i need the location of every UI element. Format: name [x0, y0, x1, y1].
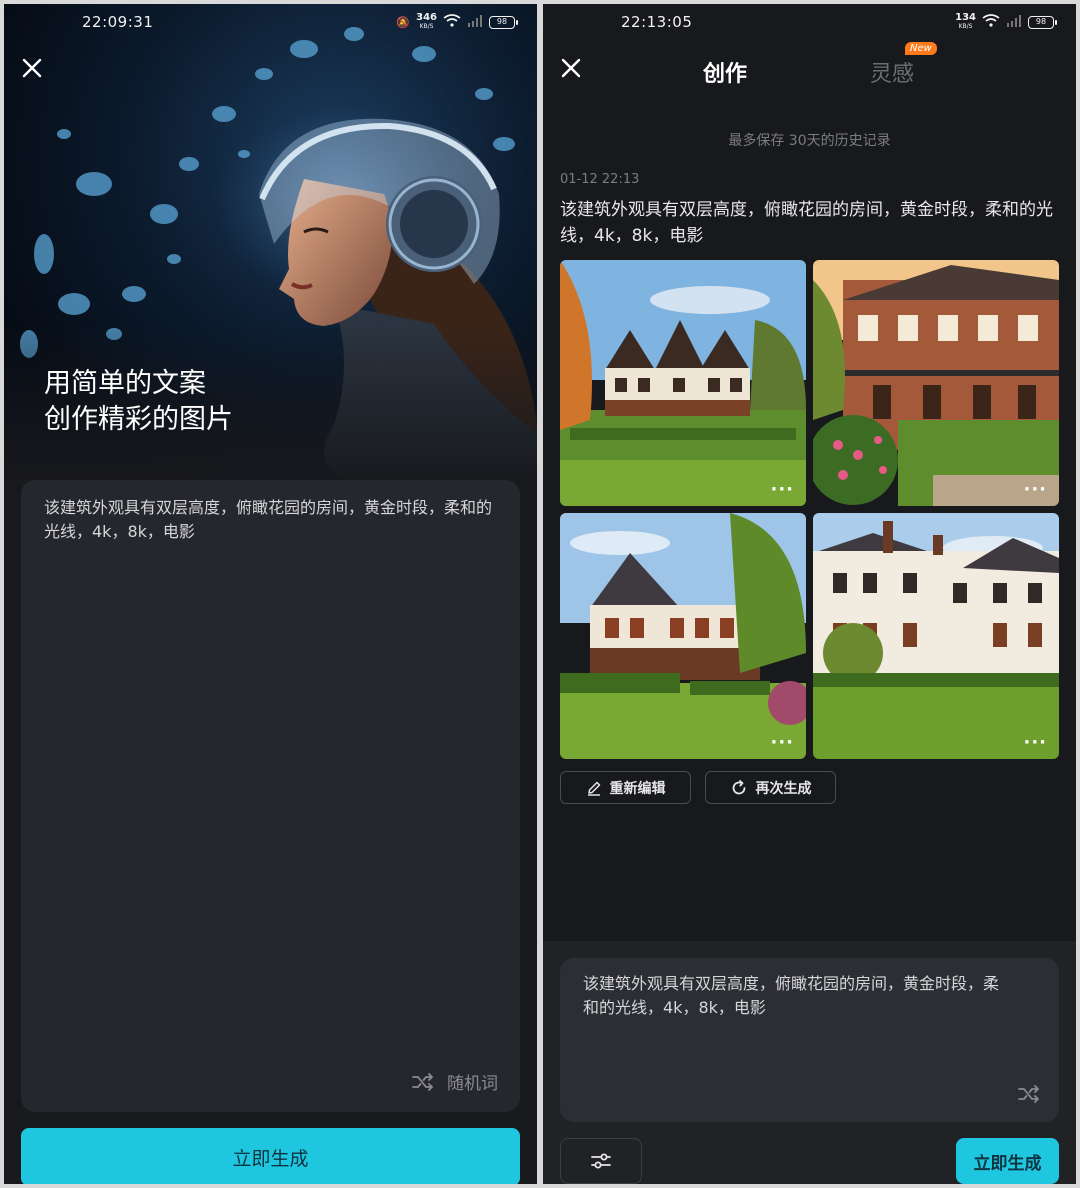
refresh-icon: [732, 779, 745, 794]
signal-icon: [467, 14, 483, 30]
close-button[interactable]: [18, 54, 48, 84]
result-timestamp: 01-12 22:13: [560, 172, 640, 187]
shuffle-icon: [1018, 1085, 1039, 1103]
prompt-text[interactable]: 该建筑外观具有双层高度，俯瞰花园的房间，黄金时段，柔和的光线，4k，8k，电影: [44, 496, 494, 544]
wifi-icon: [982, 14, 1000, 30]
signal-icon: [1006, 14, 1022, 30]
battery-icon: 98: [1028, 15, 1057, 29]
re-edit-label: 重新编辑: [609, 780, 666, 797]
result-image-3[interactable]: ···: [560, 513, 806, 759]
result-prompt: 该建筑外观具有双层高度，俯瞰花园的房间，黄金时段，柔和的光线，4k，8k，电影: [560, 200, 1053, 246]
pencil-icon: [587, 781, 600, 796]
right-screen: 22:13:05 134 KB/S 98 创作 灵感 New 最多保存 30天的历…: [543, 4, 1076, 1184]
wifi-icon: [443, 14, 461, 30]
slogan-line-1: 用简单的文案: [44, 368, 206, 399]
slogan: 用简单的文案 创作精彩的图片: [44, 366, 233, 438]
result-image-2[interactable]: ···: [813, 260, 1059, 506]
image-more-button[interactable]: ···: [770, 479, 794, 500]
sliders-icon: [591, 1153, 611, 1169]
close-icon: [561, 58, 581, 78]
result-image-1[interactable]: ···: [560, 260, 806, 506]
shuffle-button[interactable]: [1017, 1084, 1041, 1108]
image-more-button[interactable]: ···: [1023, 479, 1047, 500]
image-more-button[interactable]: ···: [1023, 732, 1047, 753]
tab-create[interactable]: 创作: [703, 56, 747, 88]
prompt-text[interactable]: 该建筑外观具有双层高度，俯瞰花园的房间，黄金时段，柔和的光线，4k，8k，电影: [583, 972, 1013, 1020]
net-speed: 346 KB/S: [416, 12, 437, 31]
random-words-button[interactable]: 随机词: [411, 1069, 498, 1094]
regenerate-button[interactable]: 再次生成: [705, 771, 836, 804]
status-time: 22:09:31: [82, 13, 154, 31]
status-time: 22:13:05: [621, 13, 693, 31]
status-bar: 22:13:05 134 KB/S 98: [543, 4, 1076, 42]
settings-button[interactable]: [560, 1138, 642, 1184]
generate-button[interactable]: 立即生成: [21, 1128, 520, 1184]
tab-inspiration[interactable]: 灵感: [870, 56, 914, 88]
random-words-label: 随机词: [447, 1074, 498, 1094]
battery-icon: 98: [489, 15, 518, 29]
generate-button[interactable]: 立即生成: [956, 1138, 1059, 1184]
result-image-4[interactable]: ···: [813, 513, 1059, 759]
shuffle-icon: [412, 1072, 433, 1091]
left-screen: 22:09:31 🔕 346 KB/S 98 用简单的文案 创作精彩的图片 该建筑…: [4, 4, 537, 1184]
status-bar: 22:09:31 🔕 346 KB/S 98: [4, 4, 537, 42]
net-speed: 134 KB/S: [955, 12, 976, 31]
slogan-line-2: 创作精彩的图片: [44, 404, 233, 435]
image-more-button[interactable]: ···: [770, 732, 794, 753]
prompt-input[interactable]: 该建筑外观具有双层高度，俯瞰花园的房间，黄金时段，柔和的光线，4k，8k，电影: [560, 958, 1059, 1122]
regenerate-label: 再次生成: [755, 780, 812, 797]
close-icon: [22, 58, 42, 78]
prompt-input[interactable]: 该建筑外观具有双层高度，俯瞰花园的房间，黄金时段，柔和的光线，4k，8k，电影 …: [21, 480, 520, 1112]
history-note: 最多保存 30天的历史记录: [728, 133, 891, 149]
new-badge: New: [905, 42, 937, 55]
mute-bell-icon: 🔕: [396, 15, 411, 29]
re-edit-button[interactable]: 重新编辑: [560, 771, 691, 804]
close-button[interactable]: [557, 54, 587, 84]
